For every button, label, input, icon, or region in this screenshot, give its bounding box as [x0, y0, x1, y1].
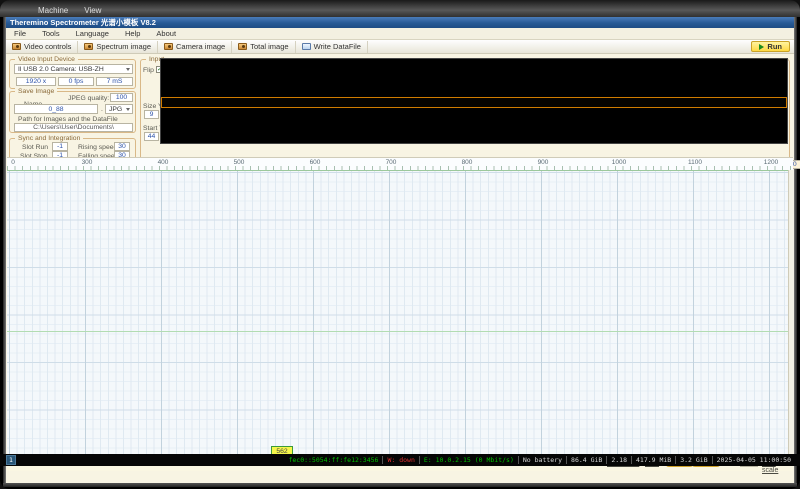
chevron-down-icon: [126, 108, 130, 111]
ruler-tick: 1200: [763, 159, 779, 166]
camera-icon: [238, 43, 248, 50]
ruler-tick: 600: [309, 159, 321, 166]
sync-title: Sync and Integration: [15, 135, 84, 143]
capture-band[interactable]: [161, 97, 787, 108]
run-button[interactable]: Run: [751, 41, 790, 52]
jpeg-quality-label: JPEG quality:: [68, 95, 110, 102]
save-image-group: Save Image Name JPEG quality: 100 0_88 .…: [9, 88, 136, 133]
camera-image-button[interactable]: Camera image: [158, 40, 233, 53]
latency-field: 7 mS: [96, 77, 133, 86]
camera-icon: [164, 43, 174, 50]
datafile-icon: [301, 43, 311, 50]
spectrum-chart[interactable]: 562: [7, 170, 788, 456]
path-label: Path for Images and the DataFile: [18, 116, 118, 123]
camera-select[interactable]: Il USB 2.0 Camera: USB-ZH: [14, 64, 133, 74]
dot-separator: .: [101, 106, 103, 113]
app-window: Theremino Spectrometer 光谱小模板 V8.2 File T…: [6, 17, 800, 483]
toolbar: Video controls Spectrum image Camera ima…: [6, 40, 794, 54]
battery-segment: No battery: [517, 456, 566, 464]
start-y-field[interactable]: 44: [144, 132, 159, 141]
ruler-tick: 900: [537, 159, 549, 166]
reference-line: [7, 331, 788, 332]
fps-field: 0 fps: [58, 77, 94, 86]
jpeg-quality-field[interactable]: 100: [110, 93, 133, 102]
ruler-tick: 1000: [611, 159, 627, 166]
image-name-field[interactable]: 0_88: [14, 104, 98, 114]
write-datafile-button[interactable]: Write DataFile: [296, 40, 368, 53]
app-title: Theremino Spectrometer 光谱小模板 V8.2: [10, 18, 156, 27]
ruler-tick: 500: [233, 159, 245, 166]
swap-segment: 3.2 GiB: [675, 456, 711, 464]
screen: Machine View Theremino Spectrometer 光谱小模…: [0, 0, 800, 489]
flip-label: Flip: [143, 67, 154, 74]
path-field[interactable]: C:\Users\User\Documents\: [14, 123, 133, 132]
wifi-segment: W: down: [382, 456, 418, 464]
camera-icon: [84, 43, 94, 50]
rising-speed-label: Rising speed: [78, 144, 118, 151]
ruler-tick: 300: [81, 159, 93, 166]
disk-segment: 86.4 GiB: [566, 456, 606, 464]
menu-file[interactable]: File: [6, 29, 34, 38]
chevron-down-icon: [126, 68, 130, 71]
spectrum-image-button[interactable]: Spectrum image: [78, 40, 159, 53]
extension-select[interactable]: JPG: [105, 104, 133, 114]
wavelength-ruler: 0 300 400 500 600 700 800 900 1000 1100 …: [7, 157, 793, 170]
load-segment: 2.18: [606, 456, 631, 464]
qemu-menu-machine[interactable]: Machine: [38, 6, 68, 15]
resolution-field[interactable]: 1920 x: [16, 77, 56, 86]
qemu-menu-view[interactable]: View: [84, 6, 101, 15]
window-frame-right: [794, 17, 797, 483]
chart-scrollbar[interactable]: [788, 170, 794, 456]
menu-language[interactable]: Language: [68, 29, 117, 38]
menu-tools[interactable]: Tools: [34, 29, 68, 38]
video-controls-button[interactable]: Video controls: [6, 40, 79, 53]
play-icon: [759, 43, 765, 50]
rising-speed-field[interactable]: 30: [114, 142, 130, 151]
app-titlebar: Theremino Spectrometer 光谱小模板 V8.2: [6, 17, 794, 28]
i3status-text: fec0::5054:ff:fe12:3456 W: down E: 10.0.…: [284, 456, 795, 464]
ruler-tick: 0: [11, 159, 15, 166]
total-image-button[interactable]: Total image: [232, 40, 296, 53]
ruler-tick: 700: [385, 159, 397, 166]
workspace-button[interactable]: 1: [6, 455, 16, 465]
video-controls-icon: [12, 43, 21, 50]
i3-statusbar: 1 fec0::5054:ff:fe12:3456 W: down E: 10.…: [0, 454, 800, 466]
slot-run-label: Slot Run: [22, 144, 49, 151]
ruler-tick: 800: [461, 159, 473, 166]
menu-about[interactable]: About: [148, 29, 184, 38]
size-y-field[interactable]: 9: [144, 110, 159, 119]
clock-segment: 2025-04-05 11:00:50: [711, 456, 795, 464]
video-input-title: Video Input Device: [15, 56, 78, 64]
camera-preview[interactable]: [160, 58, 788, 144]
video-input-group: Video Input Device Il USB 2.0 Camera: US…: [9, 56, 136, 89]
ipv6-segment: fec0::5054:ff:fe12:3456: [288, 456, 379, 464]
app-menubar: File Tools Language Help About: [6, 28, 794, 40]
qemu-menubar: Machine View: [0, 0, 800, 17]
slot-run-field[interactable]: -1: [52, 142, 68, 151]
save-image-title: Save Image: [15, 88, 58, 96]
ruler-tick: 1100: [688, 159, 702, 166]
ruler-tick: 400: [157, 159, 169, 166]
menu-help[interactable]: Help: [117, 29, 148, 38]
ethernet-segment: E: 10.0.2.15 (0 Mbit/s): [418, 456, 518, 464]
memory-segment: 417.9 MiB: [631, 456, 675, 464]
window-frame-bottom: [3, 483, 797, 487]
